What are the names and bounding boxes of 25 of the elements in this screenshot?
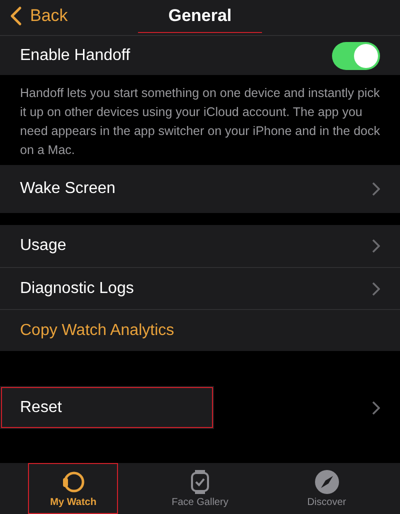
chevron-right-icon <box>372 182 380 196</box>
chevron-right-icon <box>372 239 380 253</box>
settings-row[interactable]: Usage <box>0 225 400 267</box>
toggle-switch[interactable] <box>332 42 380 70</box>
tab[interactable]: Discover <box>282 463 372 514</box>
page-title: General <box>138 2 262 33</box>
settings-row[interactable]: Wake Screen <box>0 165 400 213</box>
chevron-right-icon <box>372 282 380 296</box>
chevron-right-icon <box>372 400 380 414</box>
compass-icon <box>314 469 340 495</box>
back-button[interactable]: Back <box>10 6 68 26</box>
row-label: Copy Watch Analytics <box>20 322 174 340</box>
row-label: Reset <box>20 398 62 416</box>
settings-row[interactable]: Diagnostic Logs <box>0 267 400 309</box>
settings-row[interactable]: Copy Watch Analytics <box>0 309 400 351</box>
tab[interactable]: My Watch <box>28 463 118 514</box>
row-label: Usage <box>20 237 66 255</box>
row-label: Diagnostic Logs <box>20 280 134 298</box>
description-text: Handoff lets you start something on one device and instantly pick it up on other devices using your iCloud account. The app you need appears in the app switcher on your iPhone and in the dock on a Mac. <box>19 85 381 159</box>
watch-icon <box>61 469 86 495</box>
watch-face-icon <box>190 469 210 495</box>
row-label: Wake Screen <box>20 180 116 198</box>
tab[interactable]: Face Gallery <box>154 463 245 514</box>
chevron-left-icon <box>10 6 22 26</box>
row-label: Enable Handoff <box>20 46 130 64</box>
